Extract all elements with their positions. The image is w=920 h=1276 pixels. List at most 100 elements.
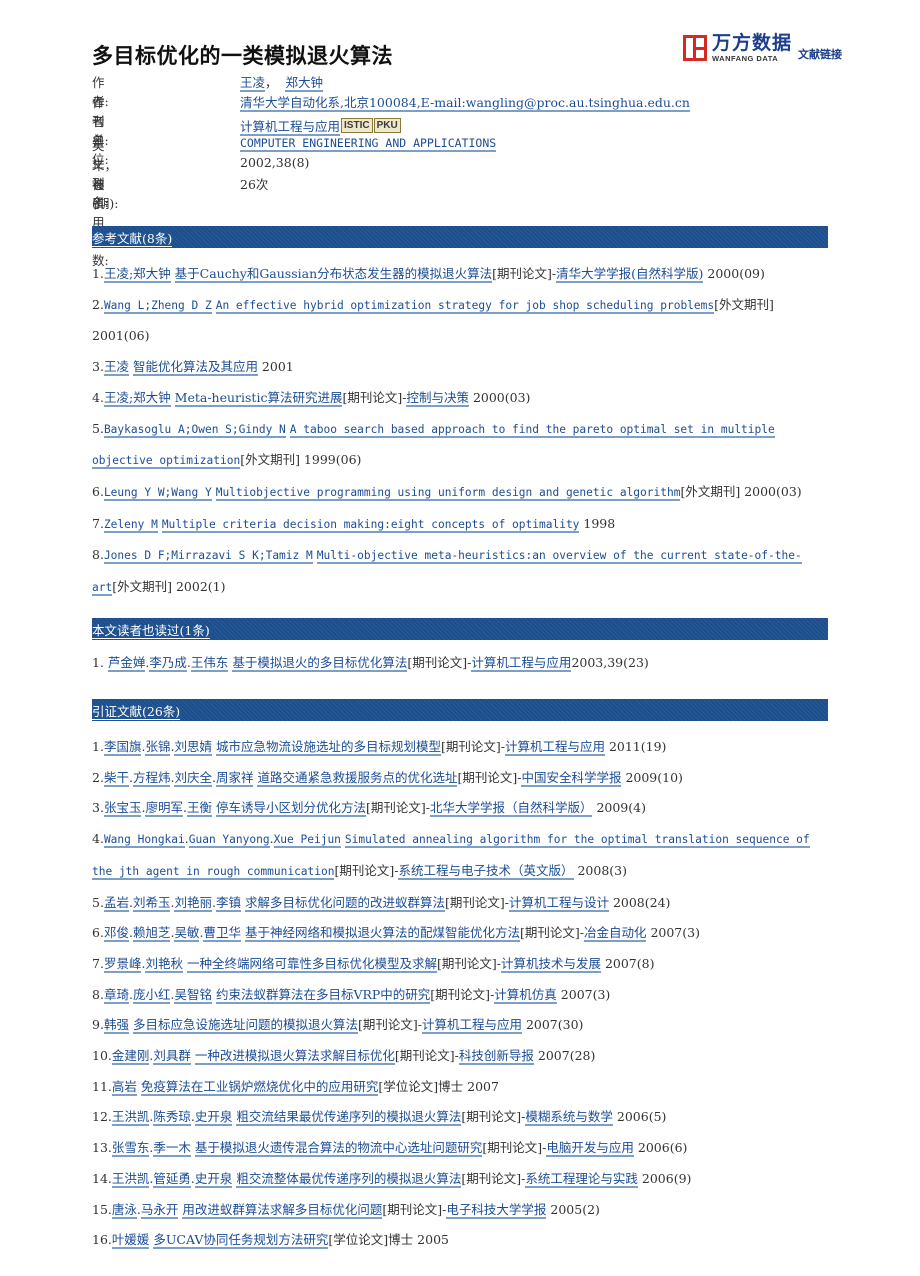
author-link[interactable]: 王凌;郑大钟 (103, 266, 171, 283)
author-link[interactable]: 曹卫华 (203, 925, 241, 943)
article-title-link[interactable]: 基于神经网络和模拟退火算法的配煤智能优化方法 (244, 925, 520, 943)
author-link[interactable]: 赖旭芝 (132, 925, 171, 943)
author-link[interactable]: 张宝玉 (103, 800, 142, 818)
article-title-link[interactable]: 一种改进模拟退火算法求解目标优化 (194, 1048, 395, 1066)
author-link[interactable]: 芦金婵 (107, 655, 146, 672)
article-title-link[interactable]: An effective hybrid optimization strateg… (215, 298, 715, 314)
author-link[interactable]: Wang Hongkai (103, 833, 185, 849)
journal-link[interactable]: 北华大学学报（自然科学版） (429, 800, 593, 818)
author-link[interactable]: 马永开 (140, 1201, 179, 1219)
article-title-link[interactable]: 智能优化算法及其应用 (132, 359, 258, 377)
journal-link[interactable]: 模糊系统与数学 (525, 1109, 613, 1127)
author-link[interactable]: 高岩 (111, 1078, 137, 1096)
author-link[interactable]: 王凌;郑大钟 (103, 389, 171, 407)
journal-link[interactable]: 计算机工程与应用 (240, 119, 341, 136)
article-title-link[interactable]: 基于Cauchy和Gaussian分布状态发生器的模拟退火算法 (174, 266, 493, 283)
publication-date: 2007 (463, 1078, 499, 1094)
author-link[interactable]: 郑大钟 (285, 75, 323, 92)
author-link[interactable]: 韩强 (103, 1017, 129, 1035)
author-link[interactable]: 史开泉 (194, 1170, 233, 1188)
author-link[interactable]: 王凌 (240, 75, 266, 92)
article-title-link[interactable]: 粗交流整体最优传递序列的模拟退火算法 (236, 1170, 462, 1188)
author-link[interactable]: Guan Yanyong (188, 833, 270, 849)
author-link[interactable]: 李镇 (215, 894, 241, 912)
author-link[interactable]: Wang L;Zheng D Z (103, 298, 212, 314)
journal-link[interactable]: 计算机仿真 (494, 986, 557, 1004)
author-link[interactable]: 孟岩 (103, 894, 129, 912)
author-link[interactable]: 刘思婧 (174, 739, 212, 756)
author-link[interactable]: 李乃成 (149, 655, 187, 672)
journal-link[interactable]: 科技创新导报 (458, 1048, 534, 1066)
journal-link[interactable]: 中国安全科学学报 (521, 769, 622, 787)
author-link[interactable]: Xue Peijun (273, 833, 341, 849)
author-link[interactable]: Baykasoglu A;Owen S;Gindy N (103, 422, 286, 438)
author-link[interactable]: 刘具群 (153, 1048, 191, 1066)
author-link[interactable]: 陈秀琼 (153, 1109, 191, 1127)
author-link[interactable]: 章琦 (103, 986, 129, 1004)
article-title-link[interactable]: 基于模拟退火遗传混合算法的物流中心选址问题研究 (194, 1140, 483, 1158)
author-link[interactable]: 史开泉 (194, 1109, 233, 1127)
author-link[interactable]: 刘艳丽 (174, 894, 212, 912)
journal-link[interactable]: 电子科技大学学报 (446, 1201, 547, 1219)
author-link[interactable]: 周家祥 (215, 769, 254, 787)
author-link[interactable]: 吴智铭 (174, 986, 212, 1004)
wanfang-logo[interactable]: 万方数据 WANFANG DATA 文献链接 (683, 30, 842, 66)
journal-link[interactable]: 清华大学学报(自然科学版) (556, 266, 704, 283)
journal-link[interactable]: 计算机工程与应用 (471, 655, 572, 672)
author-link[interactable]: 管延勇 (153, 1170, 191, 1188)
author-link[interactable]: 王洪凯 (111, 1170, 150, 1188)
article-title-link[interactable]: 一种全终端网络可靠性多目标优化模型及求解 (186, 955, 437, 973)
author-link[interactable]: 廖明军 (145, 800, 183, 818)
journal-link[interactable]: 冶金自动化 (583, 925, 647, 943)
journal-link[interactable]: 计算机技术与发展 (500, 955, 601, 973)
journal-en-link[interactable]: COMPUTER ENGINEERING AND APPLICATIONS (240, 136, 497, 152)
journal-link[interactable]: 控制与决策 (406, 389, 469, 407)
author-link[interactable]: 吴敏 (174, 925, 200, 943)
author-link[interactable]: Jones D F;Mirrazavi S K;Tamiz M (103, 549, 313, 565)
affiliation-link[interactable]: 清华大学自动化系,北京100084,E-mail:wangling@proc.a… (240, 94, 690, 112)
journal-link[interactable]: 电脑开发与应用 (546, 1140, 634, 1158)
article-title-link[interactable]: 用改进蚁群算法求解多目标优化问题 (182, 1201, 383, 1219)
author-link[interactable]: 金建刚 (111, 1048, 150, 1066)
author-link[interactable]: 唐泳 (111, 1201, 137, 1219)
article-title-link[interactable]: 道路交通紧急救援服务点的优化选址 (257, 769, 458, 787)
author-link[interactable]: 叶媛媛 (111, 1232, 150, 1250)
author-link[interactable]: 邓俊 (103, 925, 129, 943)
journal-link[interactable]: 系统工程理论与实践 (525, 1170, 638, 1188)
document-type: [期刊论文] (519, 925, 580, 941)
article-title-link[interactable]: 粗交流结果最优传递序列的模拟退火算法 (236, 1109, 462, 1127)
article-title-link[interactable]: 约束法蚁群算法在多目标VRP中的研究 (215, 986, 431, 1004)
article-title-link[interactable]: Meta-heuristic算法研究进展 (174, 389, 343, 407)
author-link[interactable]: 庞小红 (132, 986, 171, 1004)
journal-link[interactable]: 计算机工程与应用 (504, 739, 605, 756)
author-link[interactable]: Zeleny M (103, 517, 158, 533)
author-link[interactable]: 张雪东 (111, 1140, 150, 1158)
article-title-link[interactable]: 停车诱导小区划分优化方法 (215, 800, 366, 818)
author-link[interactable]: Leung Y W;Wang Y (103, 485, 212, 501)
article-title-link[interactable]: 城市应急物流设施选址的多目标规划模型 (215, 739, 441, 756)
author-link[interactable]: 柴干 (103, 769, 129, 787)
article-title-link[interactable]: 多UCAV协同任务规划方法研究 (153, 1232, 329, 1250)
literature-link[interactable]: 文献链接 (798, 46, 842, 62)
author-link[interactable]: 张锦 (145, 739, 171, 756)
author-link[interactable]: 方程炜 (132, 769, 171, 787)
journal-link[interactable]: 计算机工程与应用 (421, 1017, 522, 1035)
article-title-link[interactable]: Multiobjective programming using uniform… (215, 485, 681, 501)
article-title-link[interactable]: Multiple criteria decision making:eight … (161, 517, 580, 533)
journal-link[interactable]: 系统工程与电子技术（英文版） (398, 862, 574, 880)
article-title-link[interactable]: 免疫算法在工业锅炉燃烧优化中的应用研究 (140, 1078, 379, 1096)
article-title-link[interactable]: 基于模拟退火的多目标优化算法 (232, 655, 408, 672)
article-title-link[interactable]: 求解多目标优化问题的改进蚁群算法 (244, 894, 445, 912)
author-link[interactable]: 刘庆全 (174, 769, 212, 787)
author-link[interactable]: 王洪凯 (111, 1109, 150, 1127)
author-link[interactable]: 王伟东 (190, 655, 229, 672)
author-link[interactable]: 王凌 (103, 359, 129, 377)
author-link[interactable]: 刘艳秋 (145, 955, 183, 973)
author-link[interactable]: 刘希玉 (132, 894, 171, 912)
author-link[interactable]: 李国旗 (103, 739, 142, 756)
author-link[interactable]: 季一木 (153, 1140, 191, 1158)
author-link[interactable]: 罗景峰 (103, 955, 142, 973)
article-title-link[interactable]: 多目标应急设施选址问题的模拟退火算法 (132, 1017, 358, 1035)
author-link[interactable]: 王衡 (186, 800, 212, 818)
journal-link[interactable]: 计算机工程与设计 (508, 894, 609, 912)
